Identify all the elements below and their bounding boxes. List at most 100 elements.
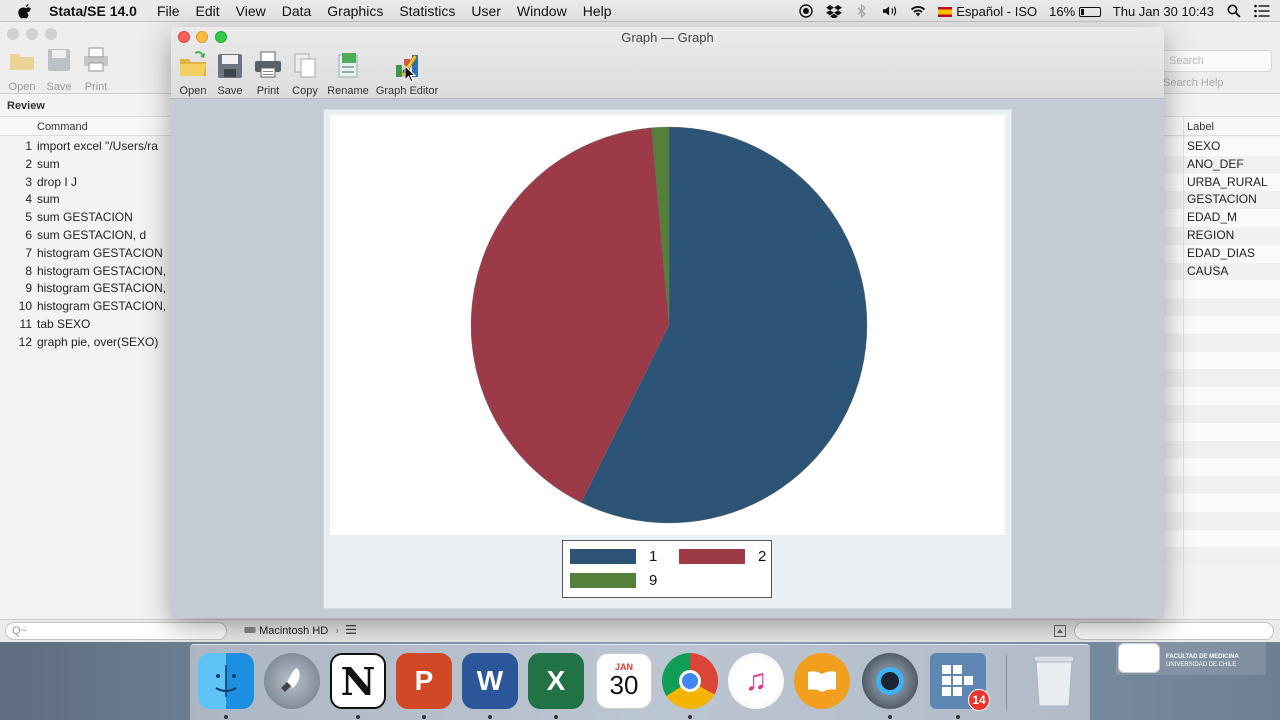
excel-icon[interactable]: X <box>528 653 584 709</box>
powerpoint-icon[interactable]: P <box>396 653 452 709</box>
review-row[interactable]: 10 histogram GESTACION, <box>0 298 172 316</box>
review-row[interactable]: 2 sum <box>0 156 172 174</box>
search-help-link[interactable]: Search Help <box>1163 77 1224 89</box>
calendar-icon[interactable]: JAN 30 <box>596 653 652 709</box>
variable-row[interactable]: GESTACION <box>1164 191 1280 210</box>
battery-status[interactable]: 16% <box>1049 4 1101 19</box>
dock: N P W X JAN 30 ♫ 14 <box>190 644 1090 720</box>
university-seal-icon <box>1118 643 1160 673</box>
notification-center-icon[interactable] <box>1254 3 1270 19</box>
menu-graphics[interactable]: Graphics <box>327 3 383 19</box>
trash-icon[interactable] <box>1026 653 1082 709</box>
review-row-command: tab SEXO <box>37 316 91 331</box>
notion-icon[interactable]: N <box>330 653 386 709</box>
running-indicator <box>224 715 228 719</box>
quicktime-icon[interactable] <box>862 653 918 709</box>
menu-statistics[interactable]: Statistics <box>399 3 455 19</box>
graph-copy-button[interactable]: Copy <box>289 49 321 97</box>
word-icon[interactable]: W <box>462 653 518 709</box>
graph-save-label: Save <box>217 85 243 97</box>
variable-row[interactable]: REGION <box>1164 226 1280 245</box>
launchpad-icon[interactable] <box>264 653 320 709</box>
variable-row[interactable]: URBA_RURAL <box>1164 173 1280 192</box>
review-row-command: histogram GESTACION, <box>37 281 167 296</box>
chrome-icon[interactable] <box>662 653 718 709</box>
calendar-day: 30 <box>609 670 639 700</box>
menu-view[interactable]: View <box>236 3 266 19</box>
variables-panel-icon[interactable] <box>1054 625 1066 637</box>
review-column-header[interactable]: Command <box>0 116 172 136</box>
wifi-icon[interactable] <box>910 3 926 19</box>
variable-row[interactable]: SEXO <box>1164 138 1280 156</box>
menu-window[interactable]: Window <box>517 3 567 19</box>
menu-help[interactable]: Help <box>583 3 612 19</box>
dropbox-icon[interactable] <box>826 3 843 19</box>
review-row[interactable]: 3 drop I J <box>0 174 172 192</box>
variable-row[interactable]: EDAD_M <box>1164 209 1280 227</box>
variables-search-input[interactable]: Search <box>1162 50 1272 72</box>
graph-window-titlebar: Graph — Graph Open Save Print Copy Renam… <box>171 27 1164 99</box>
variable-row[interactable]: CAUSA <box>1164 262 1280 281</box>
menu-file[interactable]: File <box>157 3 180 19</box>
review-row[interactable]: 5 sum GESTACION <box>0 209 172 227</box>
rename-icon <box>338 53 358 78</box>
variables-filter-input[interactable] <box>1074 622 1274 640</box>
review-row-number: 11 <box>19 316 32 331</box>
excel-glyph: X <box>546 665 566 696</box>
volume-icon[interactable] <box>882 3 898 19</box>
variables-column-header[interactable]: Label <box>1164 116 1280 136</box>
review-row[interactable]: 11 tab SEXO <box>0 316 172 334</box>
apple-icon[interactable] <box>17 2 35 20</box>
review-row[interactable]: 7 histogram GESTACION <box>0 245 172 263</box>
status-bar: Q~ Macintosh HD › <box>0 619 1280 642</box>
record-icon[interactable] <box>798 3 814 19</box>
review-search-input[interactable]: Q~ <box>5 622 227 640</box>
variable-row-empty <box>1164 511 1280 530</box>
finder-icon[interactable] <box>198 653 254 709</box>
save-icon <box>48 49 70 71</box>
main-save-button[interactable]: Save <box>39 46 79 93</box>
variable-row[interactable]: EDAD_DIAS <box>1164 244 1280 263</box>
menu-data[interactable]: Data <box>282 3 312 19</box>
review-row[interactable]: 8 histogram GESTACION, <box>0 263 172 281</box>
main-print-button[interactable]: Print <box>76 46 116 93</box>
zoom-button-inactive[interactable] <box>45 28 57 40</box>
review-row[interactable]: 1 import excel "/Users/ra <box>0 138 172 156</box>
printer-icon <box>255 51 281 78</box>
watermark-logo: FACULTAD DE MEDICINA UNIVERSIDAD DE CHIL… <box>1116 641 1266 675</box>
variable-row[interactable]: ANO_DEF <box>1164 155 1280 174</box>
running-indicator <box>554 715 558 719</box>
clock[interactable]: Thu Jan 30 10:43 <box>1113 4 1214 19</box>
graph-print-button[interactable]: Print <box>252 49 284 97</box>
review-row-number: 2 <box>25 156 32 171</box>
stata-icon[interactable]: 14 <box>930 653 990 711</box>
input-source[interactable]: Español - ISO <box>938 4 1037 19</box>
bluetooth-icon[interactable] <box>854 3 870 19</box>
graph-save-button[interactable]: Save <box>214 49 246 97</box>
graph-rename-button[interactable]: Rename <box>326 49 370 97</box>
working-directory[interactable]: Macintosh HD › <box>244 625 356 637</box>
variable-row-empty <box>1164 387 1280 405</box>
spotlight-icon[interactable] <box>1226 3 1242 19</box>
menu-edit[interactable]: Edit <box>196 3 220 19</box>
review-row-number: 12 <box>18 334 32 349</box>
main-open-button[interactable]: Open <box>2 46 42 93</box>
menu-app-name[interactable]: Stata/SE 14.0 <box>49 3 137 19</box>
itunes-icon[interactable]: ♫ <box>728 653 784 709</box>
graph-canvas[interactable]: 1 2 9 <box>323 109 1012 609</box>
legend-label: 9 <box>649 572 658 589</box>
review-row[interactable]: 6 sum GESTACION, d <box>0 227 172 245</box>
minimize-button-inactive[interactable] <box>26 28 38 40</box>
review-row[interactable]: 4 sum <box>0 191 172 209</box>
close-button-inactive[interactable] <box>7 28 19 40</box>
review-column-label: Command <box>37 121 88 133</box>
review-row-command: sum GESTACION <box>37 210 133 225</box>
menu-user[interactable]: User <box>471 3 501 19</box>
review-row[interactable]: 12 graph pie, over(SEXO) <box>0 334 172 352</box>
legend-label: 1 <box>649 548 658 565</box>
review-row[interactable]: 9 histogram GESTACION, <box>0 280 172 298</box>
graph-open-button[interactable]: Open <box>177 49 209 97</box>
graph-window: Graph — Graph Open Save Print Copy Renam… <box>171 27 1164 618</box>
ibooks-icon[interactable] <box>794 653 850 709</box>
running-indicator <box>356 715 360 719</box>
